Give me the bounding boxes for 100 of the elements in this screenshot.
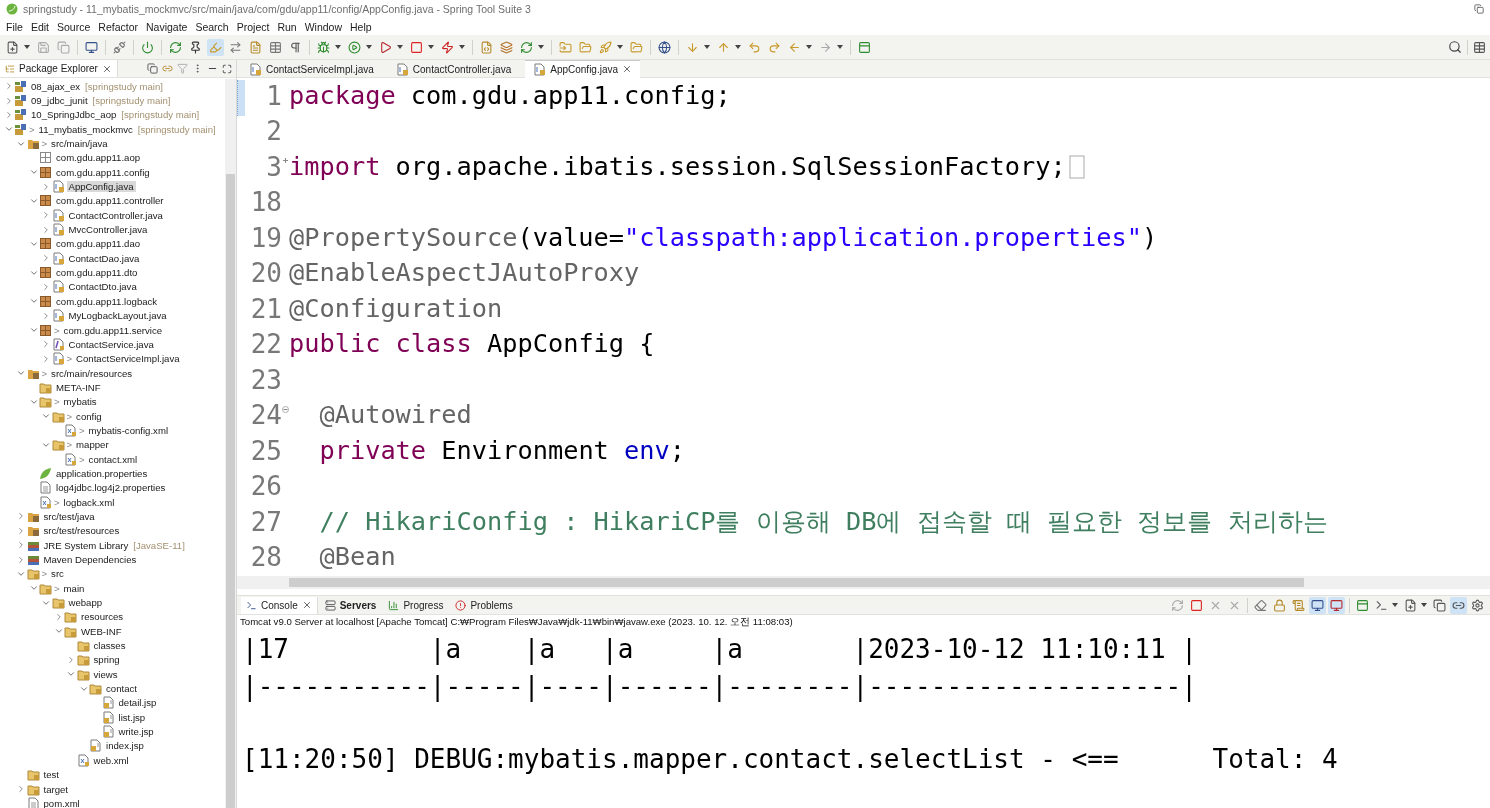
tree-item[interactable]: META-INF (54, 381, 103, 393)
editor-tab[interactable]: ContactController.java (387, 59, 520, 78)
tree-item[interactable]: src/main/resources (49, 367, 135, 379)
tree-item[interactable]: src/test/resources (41, 525, 122, 537)
tree-item[interactable]: list.jsp (116, 711, 148, 723)
save-all-icon[interactable] (55, 38, 72, 56)
tree-item[interactable]: ContactController.java (66, 209, 165, 221)
expand-fold-icon[interactable] (282, 157, 289, 164)
tree-item[interactable]: MvcController.java (66, 224, 150, 236)
editor-tab[interactable]: ContactServiceImpl.java (241, 59, 382, 78)
show-error-icon[interactable] (1328, 596, 1345, 614)
tree-item[interactable]: config (74, 410, 104, 422)
caret-icon[interactable] (459, 45, 465, 49)
caret-icon[interactable] (1421, 603, 1427, 607)
tree-item[interactable]: com.gdu.app11.logback (54, 295, 160, 307)
tree-item[interactable]: Maven Dependencies (41, 554, 139, 565)
restore-icon[interactable] (1474, 4, 1484, 14)
tree-item[interactable]: WEB-INF (79, 625, 124, 637)
close-icon[interactable] (622, 64, 633, 74)
tree-item[interactable]: 09_jdbc_junit (29, 95, 90, 106)
menu-item[interactable]: Window (300, 20, 347, 33)
tree-item[interactable]: webapp (66, 597, 105, 609)
caret-icon[interactable] (24, 45, 30, 49)
tree-item[interactable]: mybatis-config.xml (86, 424, 171, 436)
caret-icon[interactable] (735, 45, 741, 49)
view-tab[interactable]: Servers (319, 596, 382, 614)
caret-icon[interactable] (335, 45, 341, 49)
tree-item[interactable]: index.jsp (104, 740, 146, 752)
view-tab[interactable]: Console (241, 596, 318, 614)
caret-icon[interactable] (617, 45, 623, 49)
lightning-icon[interactable] (439, 38, 456, 56)
copy-icon[interactable] (1431, 596, 1448, 614)
tree-item[interactable]: MyLogbackLayout.java (66, 310, 169, 322)
tree-item[interactable]: detail.jsp (116, 697, 159, 709)
menu-item[interactable]: Navigate (142, 20, 192, 33)
caret-icon[interactable] (806, 45, 812, 49)
scrollbar[interactable] (225, 79, 236, 808)
tree-item[interactable]: contact.xml (86, 453, 140, 465)
tree-item[interactable]: src/test/java (41, 511, 97, 522)
tree-item[interactable]: resources (79, 611, 126, 623)
filter-icon[interactable] (177, 63, 188, 74)
tree-item[interactable]: com.gdu.app11.service (61, 324, 165, 336)
tree-item[interactable]: main (61, 582, 87, 594)
tree-item[interactable]: log4jdbc.log4j2.properties (54, 482, 168, 494)
tree-item[interactable]: write.jsp (116, 726, 156, 738)
layers-icon[interactable] (498, 38, 515, 56)
tree-item[interactable]: AppConfig.java (66, 181, 136, 193)
tree-item[interactable]: mapper (74, 439, 111, 451)
show-output-icon[interactable] (1309, 596, 1326, 614)
maximize-icon[interactable] (222, 63, 232, 74)
globe-icon[interactable] (656, 38, 673, 56)
collapse-all-icon[interactable] (147, 63, 158, 74)
tree-item[interactable]: classes (91, 640, 128, 652)
tree-item[interactable]: ContactService.java (66, 338, 156, 350)
menu-item[interactable]: Edit (26, 20, 53, 33)
tree-item[interactable]: views (91, 668, 120, 680)
tree-item[interactable]: application.properties (54, 467, 150, 479)
tree-item[interactable]: pom.xml (41, 797, 82, 808)
view-tab[interactable]: Package Explorer (0, 60, 118, 77)
caret-icon[interactable] (837, 45, 843, 49)
caret-icon[interactable] (397, 45, 403, 49)
tree-item[interactable]: 11_mybatis_mockmvc (36, 123, 135, 135)
tree-item[interactable]: ContactServiceImpl.java (74, 353, 182, 365)
tree-item[interactable]: ContactDao.java (66, 252, 142, 264)
close-icon[interactable] (101, 63, 112, 74)
link-icon[interactable] (162, 63, 173, 74)
tree-item[interactable]: target (41, 783, 71, 795)
search-icon[interactable] (1448, 40, 1462, 54)
menu-item[interactable]: Refactor (94, 20, 142, 33)
menu-item[interactable]: Run (273, 20, 301, 33)
collapse-fold-icon[interactable] (282, 405, 289, 413)
menu-item[interactable]: File (2, 20, 27, 33)
tree-item[interactable]: ContactDto.java (66, 281, 139, 293)
caret-icon[interactable] (704, 45, 710, 49)
view-tab[interactable]: Problems (450, 596, 518, 614)
tree-item[interactable]: contact (104, 683, 139, 695)
tree-item[interactable]: com.gdu.app11.aop (54, 152, 143, 164)
tree-item[interactable]: com.gdu.app11.dto (54, 267, 140, 279)
tree-item[interactable]: spring (91, 654, 122, 666)
perspective-icon[interactable] (1473, 40, 1486, 54)
caret-icon[interactable] (428, 45, 434, 49)
tree-item[interactable]: com.gdu.app11.config (54, 166, 152, 178)
tree-item[interactable]: JRE System Library (41, 539, 131, 551)
view-tab[interactable]: Progress (383, 596, 449, 614)
tree-item[interactable]: com.gdu.app11.controller (54, 195, 166, 207)
close-icon[interactable] (301, 600, 312, 610)
power-icon[interactable] (139, 38, 156, 56)
run-icon[interactable] (346, 38, 363, 56)
caret-icon[interactable] (1392, 603, 1398, 607)
tree-item[interactable]: test (41, 769, 61, 781)
caret-icon[interactable] (538, 45, 544, 49)
tree-item[interactable]: src (49, 568, 66, 580)
tree-item[interactable]: 10_SpringJdbc_aop (29, 109, 119, 121)
tree-item[interactable]: 08_ajax_ex (29, 80, 83, 92)
tree-item[interactable]: logback.xml (61, 496, 117, 508)
lock-icon[interactable] (1271, 596, 1288, 614)
link-icon[interactable] (1450, 596, 1467, 614)
menu-item[interactable]: Help (346, 20, 376, 33)
tree-item[interactable]: src/main/java (49, 138, 110, 150)
menu-item[interactable]: Project (232, 20, 274, 33)
